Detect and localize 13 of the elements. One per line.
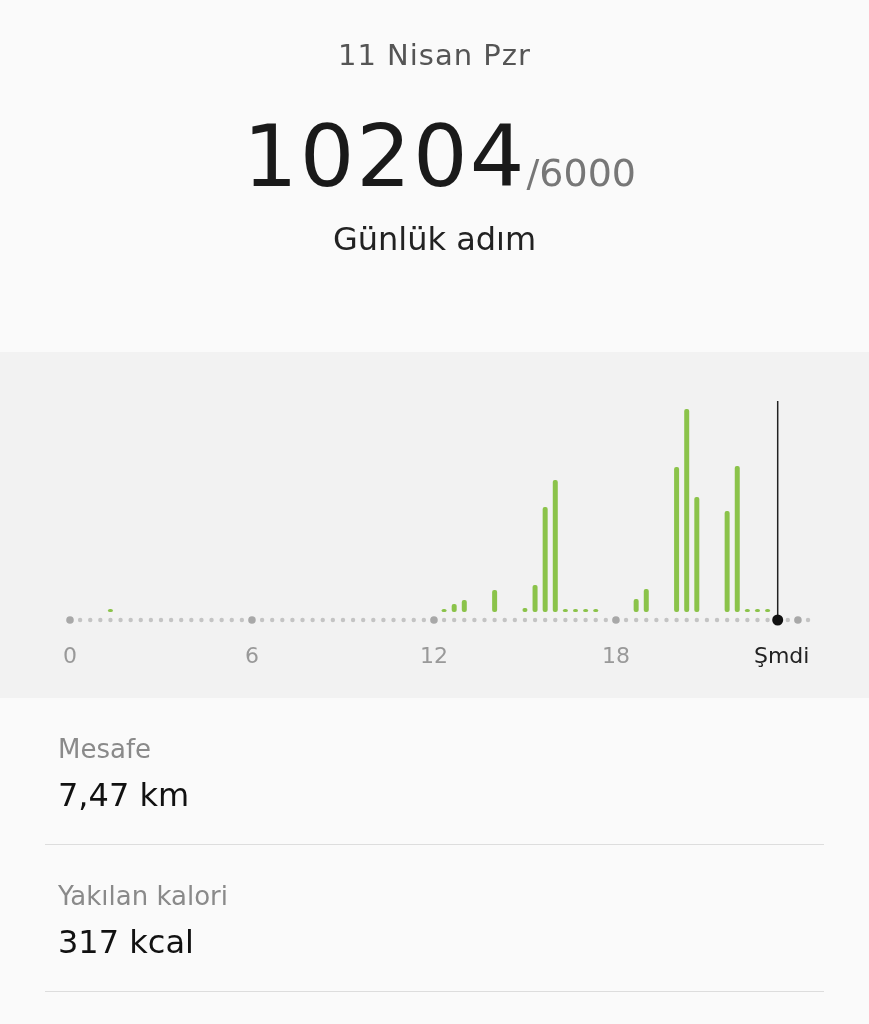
stat-label: Mesafe — [58, 734, 153, 766]
stat-value: 7,47 km — [58, 776, 191, 814]
step-goal: /6000 — [526, 151, 637, 195]
axis-label: 6 — [245, 643, 259, 668]
date-label: 11 Nisan Pzr — [338, 38, 531, 74]
axis-label: 18 — [601, 643, 630, 668]
step-count: 10204 — [242, 106, 527, 206]
axis-label: 12 — [419, 643, 448, 668]
now-label: Şmdi — [753, 643, 810, 668]
stat-value: 317 kcal — [58, 923, 195, 961]
axis-label: 0 — [63, 643, 77, 668]
stat-label: Yakılan kalori — [58, 881, 229, 913]
steps-caption: Günlük adım — [332, 220, 537, 258]
